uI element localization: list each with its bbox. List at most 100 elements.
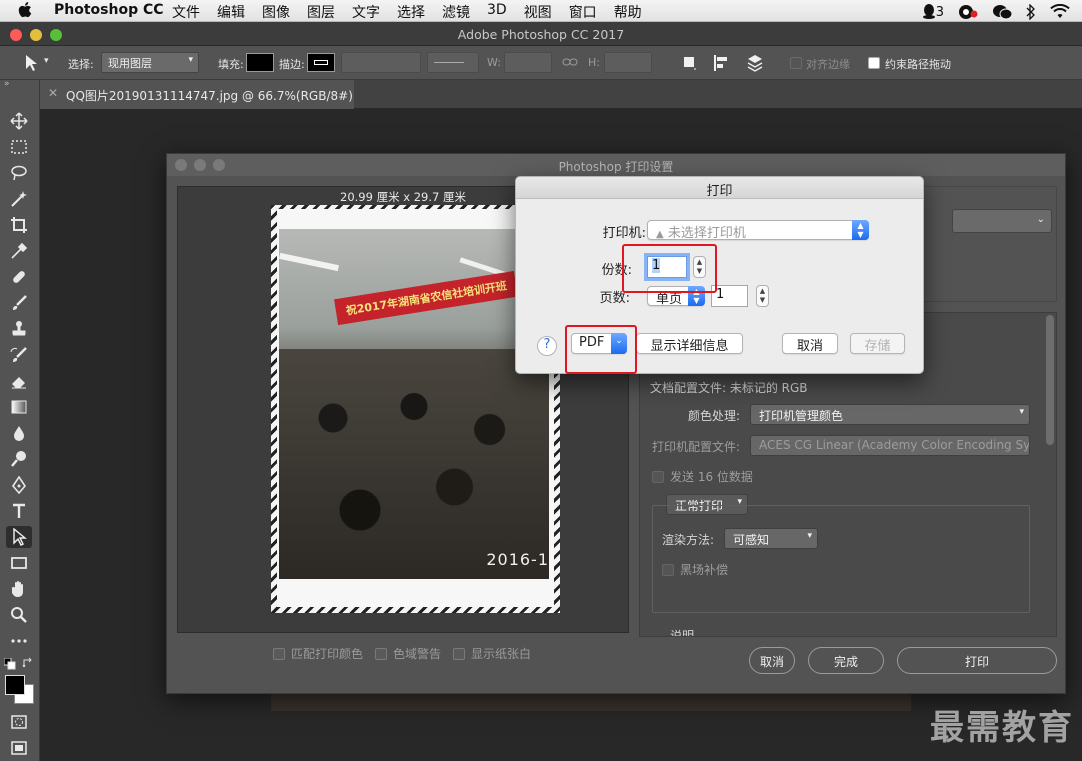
printer-profile-dropdown[interactable]: ACES CG Linear (Academy Color Encoding S… [750, 435, 1030, 456]
settings-scrollbar[interactable] [1046, 315, 1054, 445]
photo-date-stamp: 2016-1 [486, 550, 549, 569]
gamut-warning-option[interactable]: 色域警告 [375, 645, 441, 662]
align-edges-checkbox[interactable] [790, 57, 802, 69]
more-tools-icon[interactable] [6, 630, 32, 652]
constrain-path-checkbox[interactable] [868, 57, 880, 69]
eyedropper-tool-icon[interactable] [6, 240, 32, 262]
menu-type[interactable]: 文字 [352, 2, 380, 22]
preview-photo[interactable]: 祝2017年湖南省农信社培训开班 2016-1 [279, 229, 549, 579]
checkbox[interactable] [652, 471, 664, 483]
help-button[interactable]: ? [537, 336, 557, 356]
mac-cancel-button[interactable]: 取消 [782, 333, 838, 354]
menu-view[interactable]: 视图 [524, 2, 552, 22]
history-brush-tool-icon[interactable] [6, 344, 32, 366]
select-layer-value: 现用图层 [108, 57, 152, 70]
screen-mode-icon[interactable] [6, 737, 32, 759]
path-selection-tool-icon[interactable] [24, 54, 38, 72]
apple-icon[interactable] [18, 2, 32, 18]
menu-file[interactable]: 文件 [172, 2, 200, 22]
select-layer-dropdown[interactable]: 现用图层 ▾ [101, 52, 199, 73]
menu-3d[interactable]: 3D [487, 2, 507, 22]
show-paper-white-option[interactable]: 显示纸张白 [453, 645, 531, 662]
menu-filter[interactable]: 滤镜 [442, 2, 470, 22]
menu-image[interactable]: 图像 [262, 2, 290, 22]
gradient-tool-icon[interactable] [6, 396, 32, 418]
ps-done-button[interactable]: 完成 [808, 647, 884, 674]
mac-save-button[interactable]: 存储 [850, 333, 905, 354]
clone-stamp-tool-icon[interactable] [6, 318, 32, 340]
pen-tool-icon[interactable] [6, 474, 32, 496]
document-tab[interactable]: ✕ QQ图片20190131114747.jpg @ 66.7%(RGB/8#) [40, 80, 354, 109]
eraser-tool-icon[interactable] [6, 370, 32, 392]
path-alignment-icon[interactable] [713, 54, 731, 72]
color-handling-dropdown[interactable]: 打印机管理颜色 ▾ [750, 404, 1030, 425]
menu-layer[interactable]: 图层 [307, 2, 335, 22]
pages-mode-value: 单页 [656, 292, 683, 307]
type-tool-icon[interactable] [6, 500, 32, 522]
quick-mask-icon[interactable] [6, 711, 32, 733]
match-print-colors-label: 匹配打印颜色 [291, 647, 364, 661]
blur-tool-icon[interactable] [6, 422, 32, 444]
link-icon[interactable] [562, 57, 578, 67]
record-icon[interactable] [958, 4, 978, 20]
ps-print-button[interactable]: 打印 [897, 647, 1057, 674]
checkbox[interactable] [375, 648, 387, 660]
dialog-close-button[interactable] [175, 159, 187, 171]
stroke-swatch[interactable] [307, 53, 335, 72]
dodge-tool-icon[interactable] [6, 448, 32, 470]
ps-cancel-button[interactable]: 取消 [749, 647, 795, 674]
app-name-menu[interactable]: Photoshop CC [54, 2, 164, 18]
path-arrangement-icon[interactable] [745, 53, 765, 73]
path-operations-icon[interactable] [682, 55, 698, 71]
dialog-minimize-button[interactable] [194, 159, 206, 171]
dialog-zoom-button[interactable] [213, 159, 225, 171]
stroke-type-dropdown[interactable] [427, 52, 479, 73]
send-16-bit-option[interactable]: 发送 16 位数据 [652, 468, 753, 485]
swap-colors-icon[interactable] [22, 657, 34, 669]
move-tool-icon[interactable] [6, 110, 32, 132]
wechat-icon[interactable] [992, 4, 1012, 20]
checkbox[interactable] [273, 648, 285, 660]
crop-tool-icon[interactable] [6, 214, 32, 236]
menu-window[interactable]: 窗口 [569, 2, 597, 22]
close-tab-icon[interactable]: ✕ [48, 86, 58, 100]
pages-stepper[interactable]: ▲ ▼ [756, 285, 769, 307]
tool-preset-arrow[interactable]: ▾ [44, 56, 49, 66]
height-field[interactable] [604, 52, 652, 73]
fill-label: 填充: [218, 58, 244, 71]
description-section-toggle[interactable]: ⌄ 说明 [654, 627, 694, 636]
lasso-tool-icon[interactable] [6, 162, 32, 184]
brush-tool-icon[interactable] [6, 292, 32, 314]
healing-brush-tool-icon[interactable] [6, 266, 32, 288]
wifi-icon[interactable] [1050, 3, 1070, 20]
magic-wand-tool-icon[interactable] [6, 188, 32, 210]
rendering-intent-dropdown[interactable]: 可感知 ▾ [724, 528, 818, 549]
constrain-path-label: 约束路径拖动 [885, 58, 951, 71]
width-field[interactable] [504, 52, 552, 73]
menu-help[interactable]: 帮助 [614, 2, 642, 22]
zoom-tool-icon[interactable] [6, 604, 32, 626]
stroke-width-field[interactable] [341, 52, 421, 73]
hand-tool-icon[interactable] [6, 578, 32, 600]
default-colors-icon[interactable] [4, 658, 16, 670]
qq-status[interactable]: 3 [922, 3, 944, 20]
black-point-option[interactable]: 黑场补偿 [662, 561, 728, 578]
checkbox[interactable] [453, 648, 465, 660]
printer-label: 打印机: [602, 226, 646, 241]
options-bar: ▾ 选择: 现用图层 ▾ 填充: 描边: W: H: 对齐边缘 约束路径拖动 [0, 46, 1082, 80]
foreground-color-swatch[interactable] [5, 675, 25, 695]
fill-swatch[interactable] [246, 53, 274, 72]
menu-edit[interactable]: 编辑 [217, 2, 245, 22]
menu-select[interactable]: 选择 [397, 2, 425, 22]
path-selection-tool-icon[interactable] [6, 526, 32, 548]
chevron-down-icon: ▾ [188, 55, 193, 65]
printer-setup-dropdown[interactable]: ⌄ [952, 209, 1052, 233]
panel-collapse-icon[interactable]: » [4, 79, 10, 89]
match-print-colors-option[interactable]: 匹配打印颜色 [273, 645, 363, 662]
rectangle-tool-icon[interactable] [6, 552, 32, 574]
checkbox[interactable] [662, 564, 674, 576]
bluetooth-icon[interactable] [1026, 3, 1036, 20]
marquee-tool-icon[interactable] [6, 136, 32, 158]
show-details-button[interactable]: 显示详细信息 [636, 333, 743, 354]
printer-select[interactable]: ▲ 未选择打印机 ▲ ▼ [647, 220, 869, 241]
